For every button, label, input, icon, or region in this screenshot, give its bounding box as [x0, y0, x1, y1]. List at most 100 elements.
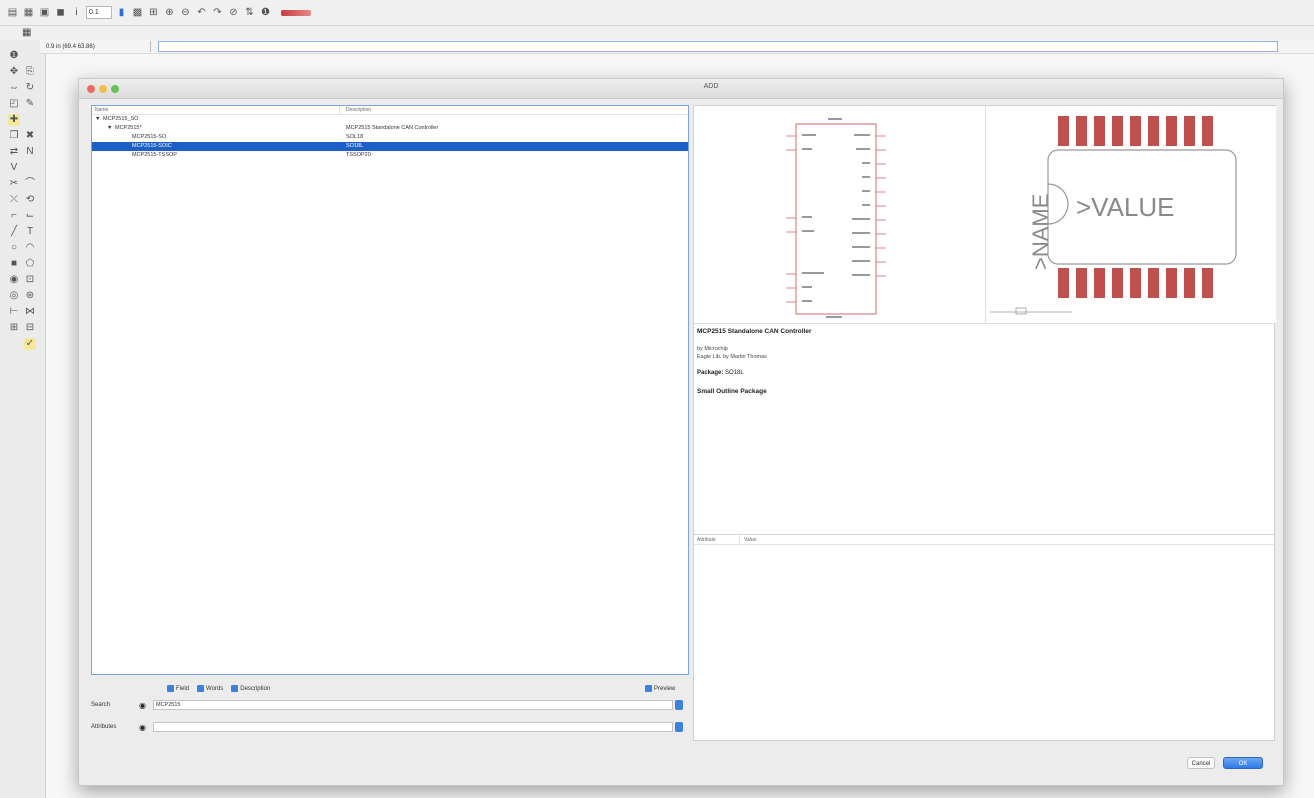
erc-tool-icon[interactable]: ⊟ [24, 322, 36, 334]
dimension-tool-icon[interactable]: ⊢ [8, 306, 20, 318]
zoom-fit-icon[interactable]: ⊞ [147, 6, 160, 19]
ripup-tool-icon[interactable]: ⌙ [24, 210, 36, 222]
field-checkbox-label: Field [176, 685, 190, 692]
smash-tool-icon[interactable]: ✂ [8, 178, 20, 190]
signal-tool-icon[interactable]: ⊡ [24, 274, 36, 286]
script-icon[interactable] [281, 9, 311, 16]
tree-row-selected[interactable]: MCP2515-SOIC SO18L [92, 142, 688, 151]
tree-row[interactable]: ▼ MCP2515* MCP2515 Standalone CAN Contro… [92, 124, 688, 133]
via-tool-icon[interactable]: ◉ [8, 274, 20, 286]
search-dropdown-button[interactable] [675, 700, 683, 710]
delete-tool-icon[interactable]: ✖ [24, 130, 36, 142]
cancel-button[interactable]: Cancel [1187, 757, 1215, 769]
attribute-tool-icon[interactable]: ⊛ [24, 290, 36, 302]
ratsnest-tool-icon[interactable]: ⋈ [24, 306, 36, 318]
group-tool-icon[interactable]: ◰ [8, 98, 20, 110]
eye-icon[interactable]: ◉ [139, 701, 153, 710]
attributes-input[interactable] [153, 722, 673, 732]
package-graphic: >VALUE >NAME [990, 116, 1237, 315]
change-tool-icon[interactable]: ✎ [24, 98, 36, 110]
name-tool-icon[interactable]: N [24, 146, 36, 158]
miter-tool-icon[interactable]: ⌒ [24, 178, 36, 190]
dialog-title: ADD [703, 83, 719, 90]
preview-checkbox-label: Preview [654, 685, 676, 692]
text-tool-icon[interactable]: T [24, 226, 36, 238]
tree-row-desc: MCP2515 Standalone CAN Controller [346, 125, 439, 131]
hole-tool-icon[interactable]: ◎ [8, 290, 20, 302]
ok-button[interactable]: OK [1223, 757, 1263, 769]
eye-icon[interactable]: ◉ [139, 723, 153, 732]
file-icon[interactable]: ▤ [6, 6, 19, 19]
words-checkbox[interactable]: Words [197, 685, 223, 692]
zoom-out-icon[interactable]: ⊖ [179, 6, 192, 19]
description-checkbox[interactable]: Description [231, 685, 270, 692]
route-tool-icon[interactable]: ⌐ [8, 210, 20, 222]
rect-tool-icon[interactable]: ■ [8, 258, 20, 270]
stop-icon[interactable]: ⊘ [227, 6, 240, 19]
save-icon[interactable]: ▦ [22, 6, 35, 19]
value-tool-icon[interactable]: V [8, 162, 20, 174]
paste-tool-icon[interactable]: ❐ [8, 130, 20, 142]
tree-row-name: MCP2515-SOIC [132, 143, 172, 149]
library-tree[interactable]: Name Description ▼ MCP2515_SO ▼ MCP2515*… [91, 105, 689, 675]
field-checkbox[interactable]: Field [167, 685, 189, 692]
tree-row[interactable]: ▼ MCP2515_SO [92, 115, 688, 124]
layer-icon[interactable]: ⅰ [70, 6, 83, 19]
package-preview: >VALUE >NAME [986, 106, 1276, 324]
rotate-tool-icon[interactable]: ↻ [24, 82, 36, 94]
copy-tool-icon[interactable]: ⎘ [24, 66, 36, 78]
grid-settings-icon[interactable]: ▦ [22, 27, 31, 38]
cam-icon[interactable]: ◼ [54, 6, 67, 19]
redo-icon[interactable]: ↷ [211, 6, 224, 19]
tree-row[interactable]: MCP2515-TSSOP TSSOP20 [92, 151, 688, 160]
description-area: MCP2515 Standalone CAN Controller by Mic… [694, 324, 1276, 534]
circle-tool-icon[interactable]: ○ [8, 242, 20, 254]
tree-row-name: MCP2515-SO [132, 134, 167, 140]
undo-icon[interactable]: ↶ [195, 6, 208, 19]
device-author: Eagle Lib. by Martin Thomas [697, 354, 767, 360]
preview-checkbox[interactable]: Preview [645, 685, 675, 692]
arc-tool-icon[interactable]: ◠ [24, 242, 36, 254]
search-input[interactable]: MCP2515 [153, 700, 673, 710]
tree-toggle-icon[interactable]: ▼ [107, 124, 112, 133]
grid-field[interactable]: 0.1 [86, 6, 112, 19]
attribute-column-header[interactable]: Attribute [694, 535, 740, 544]
replace-tool-icon[interactable]: ⇄ [8, 146, 20, 158]
go-icon[interactable]: ⇅ [243, 6, 256, 19]
select-icon[interactable]: ▩ [131, 6, 144, 19]
info-tool-icon[interactable]: ❶ [8, 50, 20, 62]
optimize-tool-icon[interactable]: ⟲ [24, 194, 36, 206]
add-dialog: ADD Name Description ▼ MCP2515_SO ▼ MCP2… [78, 78, 1284, 786]
package-line: Package: SO18L [697, 370, 744, 376]
polygon-tool-icon[interactable]: ⬠ [24, 258, 36, 270]
tree-toggle-icon[interactable]: ▼ [95, 115, 100, 124]
mirror-tool-icon[interactable]: ⇔ [8, 82, 20, 94]
tree-row-name: MCP2515-TSSOP [132, 152, 177, 158]
checkbox-icon [167, 685, 174, 692]
drc-tool-icon[interactable]: ✓ [24, 338, 36, 350]
attribute-table-header: Attribute Value [694, 535, 1276, 545]
secondary-toolbar: ▦ [0, 26, 1314, 40]
zoom-in-icon[interactable]: ⊕ [163, 6, 176, 19]
name-column-header[interactable]: Name [92, 106, 340, 114]
tree-row-desc: TSSOP20 [346, 152, 371, 158]
device-title: MCP2515 Standalone CAN Controller [697, 328, 812, 335]
print-icon[interactable]: ▣ [38, 6, 51, 19]
add-tool-icon[interactable]: ✚ [8, 114, 20, 126]
value-column-header[interactable]: Value [740, 535, 756, 544]
attributes-dropdown-button[interactable] [675, 722, 683, 732]
auto-tool-icon[interactable]: ⊞ [8, 322, 20, 334]
tree-row[interactable]: MCP2515-SO SOL18 [92, 133, 688, 142]
info-icon[interactable]: ❶ [259, 6, 272, 19]
move-tool-icon[interactable]: ✥ [8, 66, 20, 78]
command-input[interactable] [158, 41, 1278, 52]
description-column-header[interactable]: Description [340, 106, 371, 114]
wire-tool-icon[interactable]: ╱ [8, 226, 20, 238]
split-tool-icon[interactable]: ⤫ [8, 194, 20, 206]
coordinate-readout: 0.9 in (69.4 63.86) [46, 43, 95, 50]
symbol-preview [694, 106, 986, 324]
grid-icon[interactable]: ▮ [115, 6, 128, 19]
package-label: Package: [697, 370, 724, 376]
checkbox-icon [197, 685, 205, 692]
package-name-text: >NAME [1028, 194, 1053, 270]
